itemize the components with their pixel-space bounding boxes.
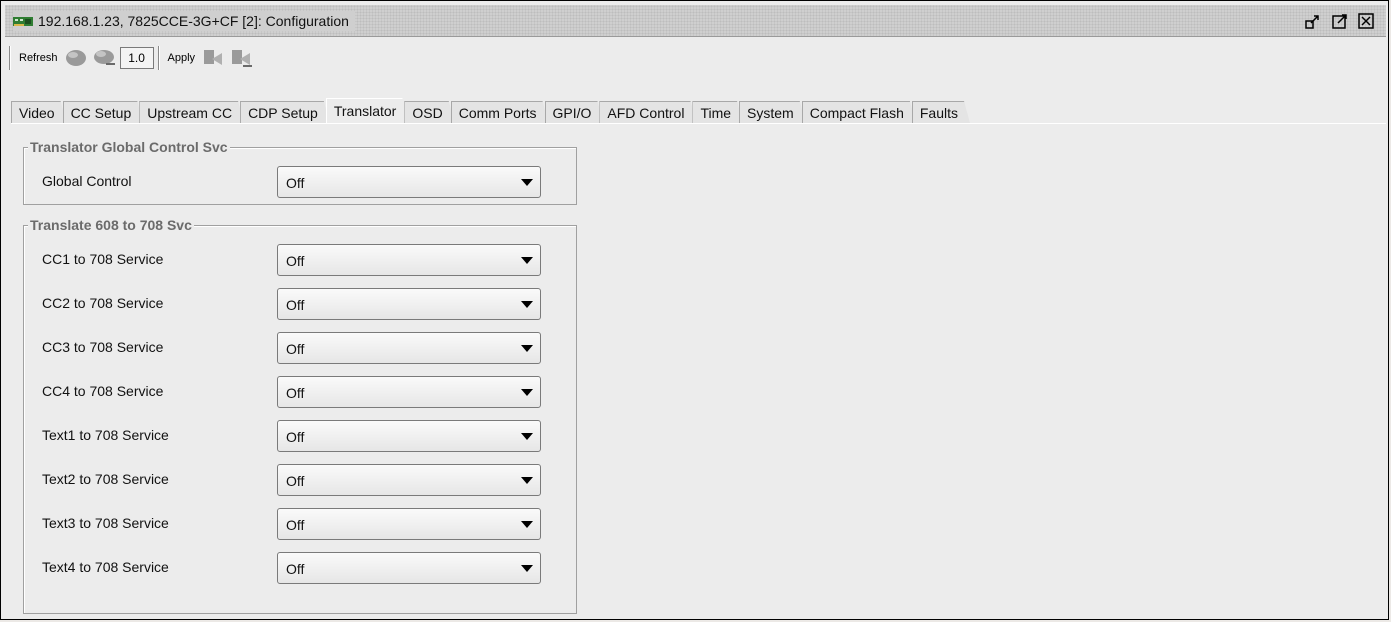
chevron-down-icon[interactable] [521,345,533,352]
toolbar-separator [157,46,160,70]
tab-osd[interactable]: OSD [404,101,454,123]
text1-to-708-service-select-value: Off [286,429,305,445]
chevron-down-icon[interactable] [521,477,533,484]
chevron-down-icon[interactable] [521,433,533,440]
chevron-down-icon[interactable] [521,565,533,572]
tab-system[interactable]: System [739,101,806,123]
apply-button[interactable]: Apply [164,52,200,64]
tab-gpi-o[interactable]: GPI/O [545,101,604,123]
row-cc2-to-708-service: CC2 to 708 Service Off [24,287,576,321]
row-cc1-to-708-service: CC1 to 708 Service Off [24,243,576,277]
global-control-select-value: Off [286,175,305,191]
cc2-to-708-service-select[interactable]: Off [277,288,541,320]
text4-to-708-service-select-value: Off [286,561,305,577]
refresh-from-device-icon[interactable] [63,45,89,71]
text2-to-708-service-select-value: Off [286,473,305,489]
apply-to-device-icon[interactable] [200,45,226,71]
cc4-to-708-service-select-value: Off [286,385,305,401]
chevron-down-icon[interactable] [521,257,533,264]
global-control-select[interactable]: Off [277,166,541,198]
device-card-icon [13,16,33,26]
row-cc4-to-708-service: CC4 to 708 Service Off [24,375,576,409]
title-bar[interactable]: 192.168.1.23, 7825CCE-3G+CF [2]: Configu… [5,5,1386,37]
translate-608-708-group: Translate 608 to 708 Svc CC1 to 708 Serv… [23,216,577,614]
cc1-to-708-service-select[interactable]: Off [277,244,541,276]
cc3-to-708-service-label: CC3 to 708 Service [42,339,164,355]
tab-video[interactable]: Video [11,101,67,123]
cc3-to-708-service-select-value: Off [286,341,305,357]
config-window: 192.168.1.23, 7825CCE-3G+CF [2]: Configu… [0,0,1389,620]
maximize-icon[interactable] [1330,11,1350,31]
tab-faults[interactable]: Faults [912,101,970,123]
tab-translator[interactable]: Translator [326,98,409,123]
tab-time[interactable]: Time [692,101,743,123]
cc2-to-708-service-label: CC2 to 708 Service [42,295,164,311]
chevron-down-icon[interactable] [521,521,533,528]
tab-comm-ports[interactable]: Comm Ports [451,101,549,123]
row-cc3-to-708-service: CC3 to 708 Service Off [24,331,576,365]
tab-afd-control[interactable]: AFD Control [599,101,696,123]
toolbar-grip [9,46,11,70]
cc1-to-708-service-select-value: Off [286,253,305,269]
load-from-file-icon[interactable] [91,45,117,71]
global-control-group-title: Translator Global Control Svc [28,138,230,156]
cc2-to-708-service-select-value: Off [286,297,305,313]
toolbar: Refresh 1.0 Apply [5,41,1386,75]
tab-compact-flash[interactable]: Compact Flash [802,101,916,123]
chevron-down-icon[interactable] [521,179,533,186]
undock-icon[interactable] [1304,11,1324,31]
window-title: 192.168.1.23, 7825CCE-3G+CF [2]: Configu… [13,11,355,31]
translate-608-708-group-title: Translate 608 to 708 Svc [28,216,194,234]
close-icon[interactable] [1356,11,1376,31]
row-text1-to-708-service: Text1 to 708 Service Off [24,419,576,453]
global-control-label: Global Control [42,173,132,189]
tab-cc-setup[interactable]: CC Setup [63,101,144,123]
refresh-button[interactable]: Refresh [15,52,62,64]
text3-to-708-service-select[interactable]: Off [277,508,541,540]
tab-cdp-setup[interactable]: CDP Setup [240,101,330,123]
apply-to-all-icon[interactable] [228,45,254,71]
tab-bar: Video CC Setup Upstream CC CDP Setup Transla… [11,97,1386,123]
cc1-to-708-service-label: CC1 to 708 Service [42,251,164,267]
text1-to-708-service-select[interactable]: Off [277,420,541,452]
global-control-group: Translator Global Control Svc Global Con… [23,138,577,205]
window-title-text: 192.168.1.23, 7825CCE-3G+CF [2]: Configu… [38,13,349,29]
chevron-down-icon[interactable] [521,389,533,396]
text1-to-708-service-label: Text1 to 708 Service [42,427,169,443]
text4-to-708-service-select[interactable]: Off [277,552,541,584]
cc4-to-708-service-label: CC4 to 708 Service [42,383,164,399]
row-global-control: Global Control Off [24,165,576,199]
text2-to-708-service-label: Text2 to 708 Service [42,471,169,487]
version-field[interactable]: 1.0 [119,47,154,69]
cc3-to-708-service-select[interactable]: Off [277,332,541,364]
text4-to-708-service-label: Text4 to 708 Service [42,559,169,575]
row-text4-to-708-service: Text4 to 708 Service Off [24,551,576,585]
tab-baseline [11,123,1386,124]
row-text2-to-708-service: Text2 to 708 Service Off [24,463,576,497]
chevron-down-icon[interactable] [521,301,533,308]
text3-to-708-service-label: Text3 to 708 Service [42,515,169,531]
text2-to-708-service-select[interactable]: Off [277,464,541,496]
cc4-to-708-service-select[interactable]: Off [277,376,541,408]
row-text3-to-708-service: Text3 to 708 Service Off [24,507,576,541]
tab-upstream-cc[interactable]: Upstream CC [139,101,244,123]
text3-to-708-service-select-value: Off [286,517,305,533]
